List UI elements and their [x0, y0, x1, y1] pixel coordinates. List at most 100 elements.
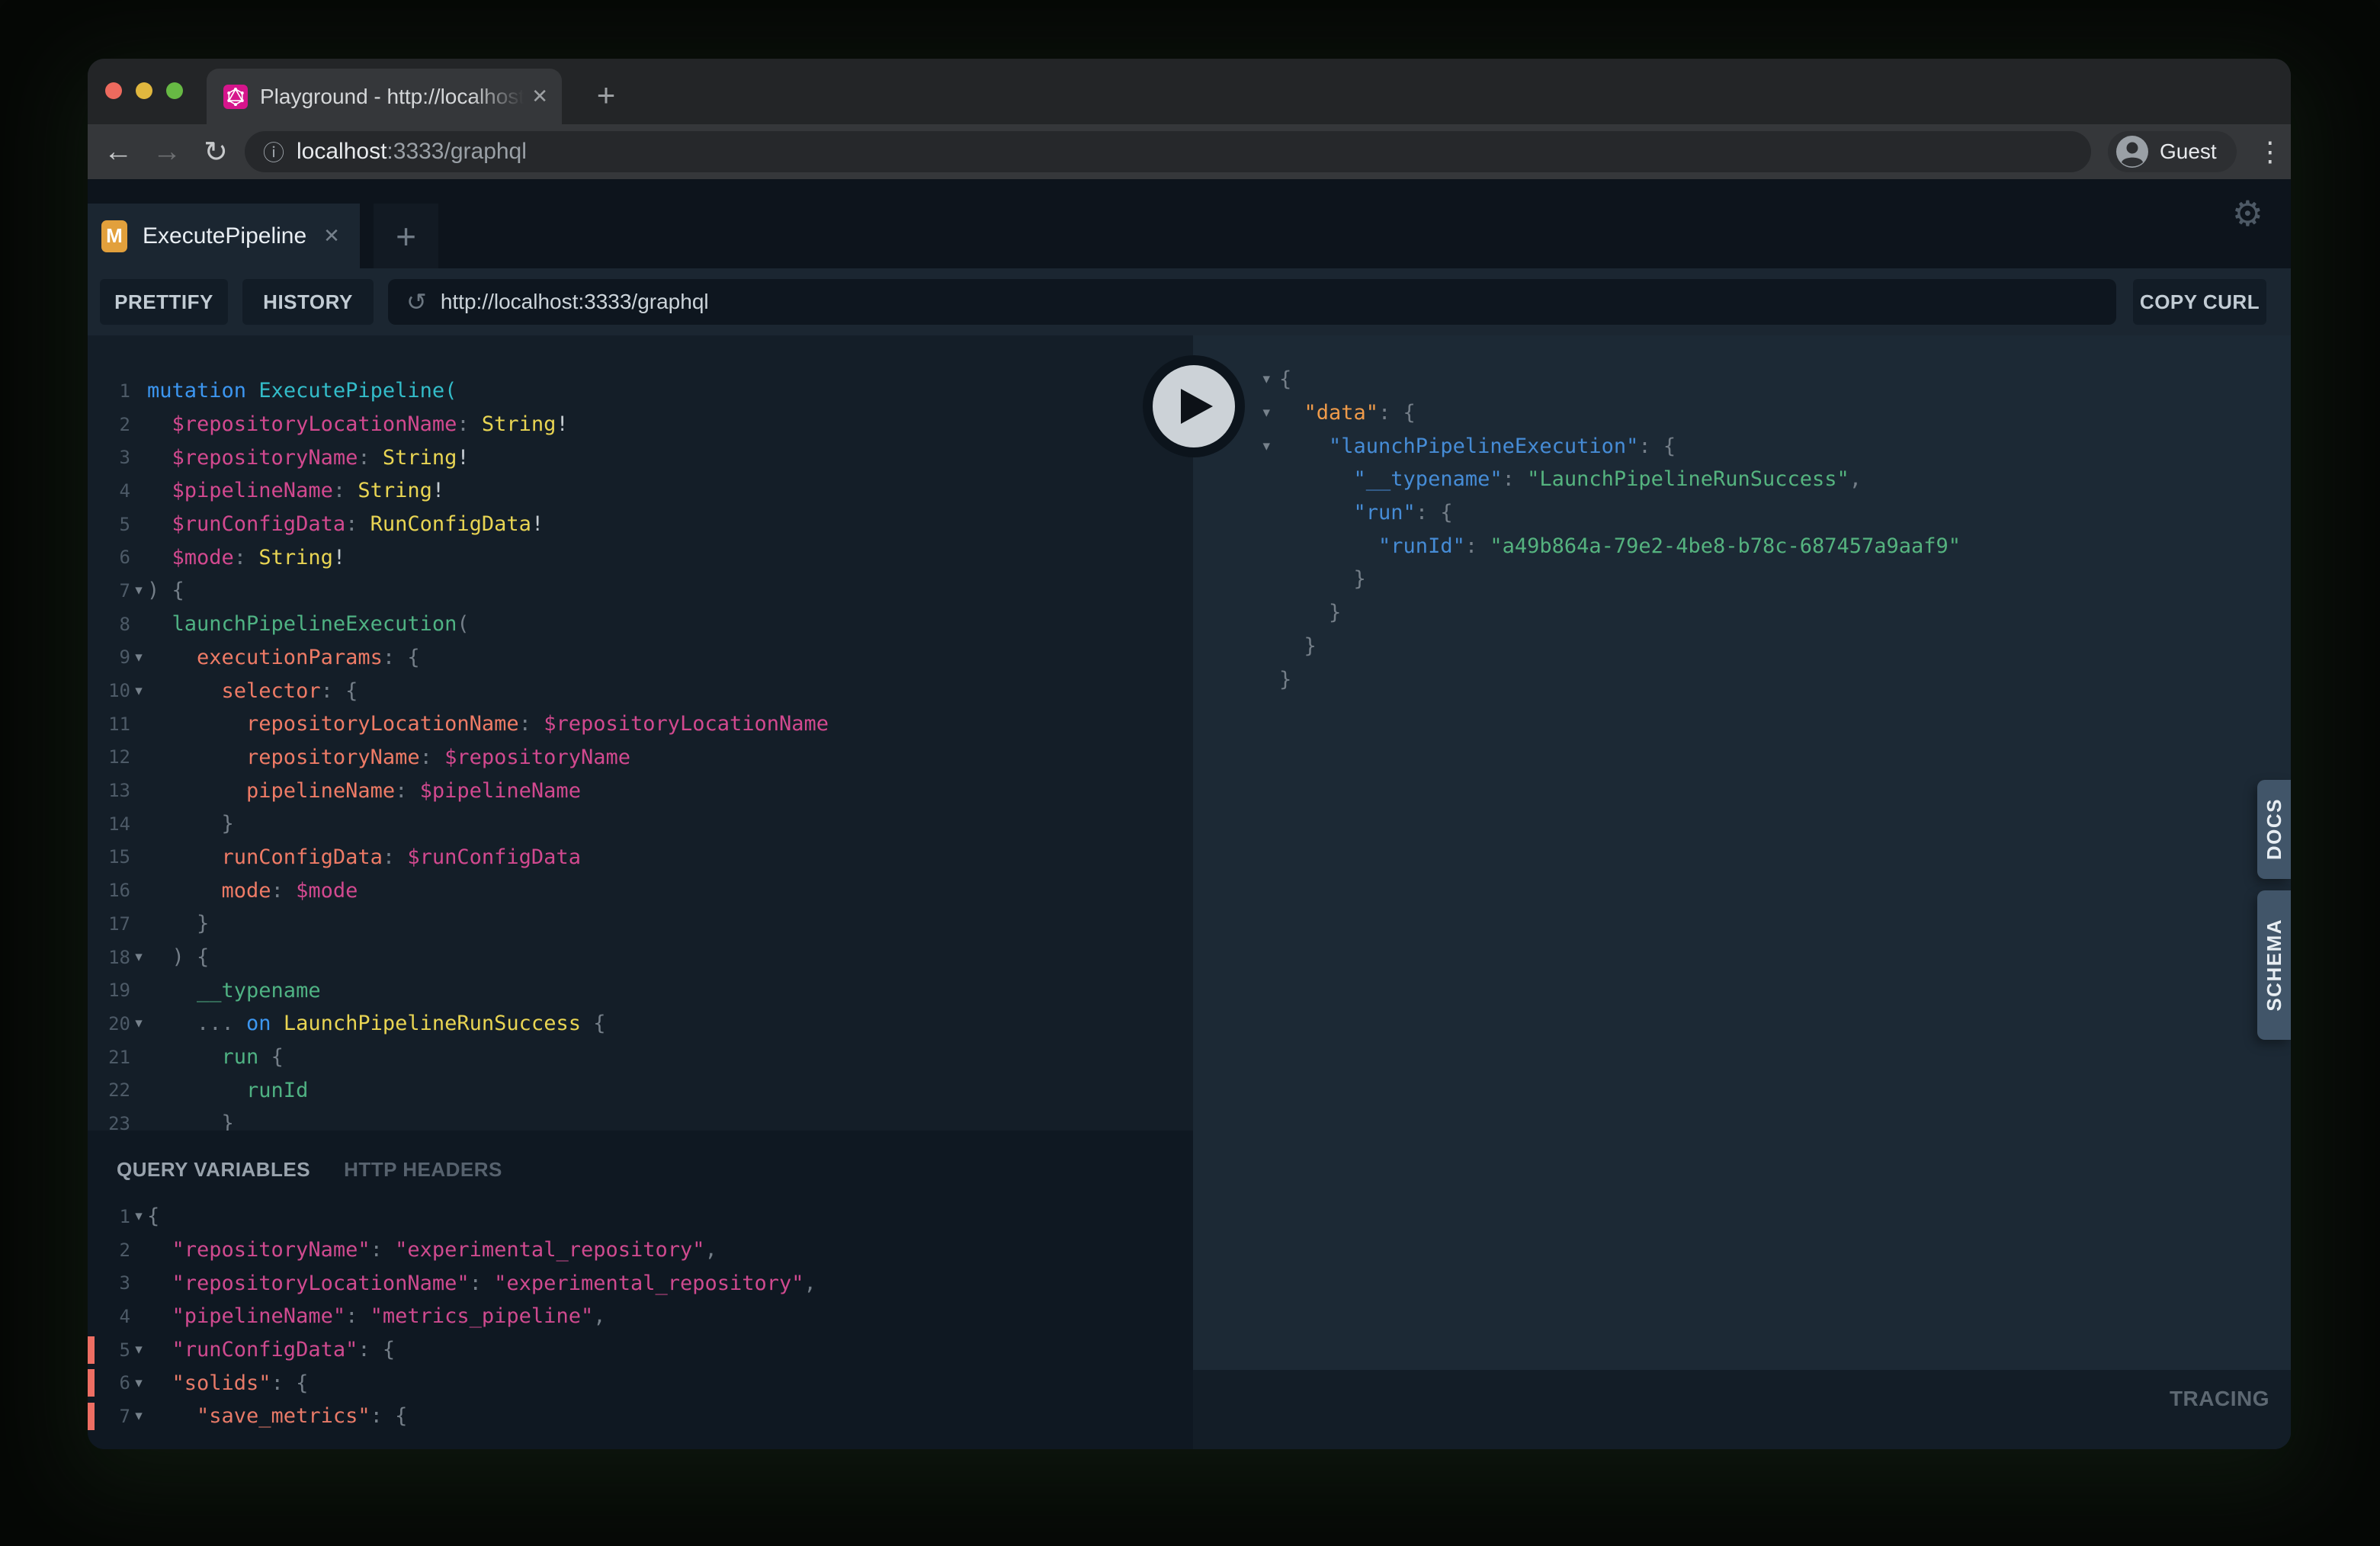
line-number: 14 [88, 813, 130, 835]
code-text: ) { [147, 945, 209, 969]
code-line: 16 mode: $mode [88, 874, 1193, 907]
maximize-window-button[interactable] [166, 82, 183, 99]
tracing-bar: TRACING [1193, 1370, 2291, 1449]
code-text: } [1279, 668, 1291, 691]
variables-editor[interactable]: 1▾{2 "repositoryName": "experimental_rep… [88, 1200, 1193, 1433]
fold-arrow-icon[interactable]: ▾ [130, 1015, 147, 1032]
history-button[interactable]: HISTORY [242, 279, 374, 325]
gutter: 1▾ [88, 1206, 147, 1227]
fold-arrow-icon[interactable]: ▾ [130, 649, 147, 666]
site-info-icon[interactable]: ⓘ [263, 136, 284, 167]
execute-query-button[interactable] [1143, 355, 1245, 457]
response-pane: ▾{▾ "data": {▾ "launchPipelineExecution"… [1193, 335, 2291, 1449]
fold-arrow-icon[interactable]: ▾ [130, 1341, 147, 1358]
gutter: 14 [88, 813, 147, 835]
code-line: 19 __typename [88, 973, 1193, 1007]
playground-main: 1 mutation ExecutePipeline( 2 $repositoryL… [88, 335, 2291, 1449]
code-line: } [1193, 596, 2291, 630]
query-editor[interactable]: 1 mutation ExecutePipeline( 2 $repositoryL… [88, 335, 1193, 1131]
profile-button[interactable]: Guest [2108, 131, 2237, 172]
new-playground-tab-button[interactable]: + [374, 204, 438, 268]
forward-icon[interactable]: → [143, 136, 191, 168]
fold-arrow-icon[interactable]: ▾ [130, 582, 147, 599]
gutter: 21 [88, 1047, 147, 1068]
browser-menu-icon[interactable]: ⋮ [2257, 136, 2284, 168]
address-bar[interactable]: ⓘ localhost:3333/graphql [245, 131, 2091, 172]
fold-arrow-icon[interactable]: ▾ [130, 948, 147, 966]
tab-http-headers[interactable]: HTTP HEADERS [344, 1158, 502, 1182]
error-marker [88, 1336, 95, 1364]
docs-side-tab[interactable]: DOCS [2257, 780, 2291, 879]
variables-pane: QUERY VARIABLES HTTP HEADERS 1▾{2 "repos… [88, 1131, 1193, 1449]
gutter: 4 [88, 1306, 147, 1327]
gutter: 2 [88, 1240, 147, 1261]
settings-gear-icon[interactable]: ⚙ [2232, 193, 2263, 234]
schema-side-tab[interactable]: SCHEMA [2257, 890, 2291, 1040]
tab-query-variables[interactable]: QUERY VARIABLES [117, 1158, 310, 1182]
code-line: } [1193, 630, 2291, 663]
profile-name: Guest [2160, 140, 2217, 164]
schema-label: SCHEMA [2263, 919, 2286, 1012]
code-line: 20▾ ... on LaunchPipelineRunSuccess { [88, 1007, 1193, 1041]
code-text: runConfigData: $runConfigData [147, 845, 581, 869]
fold-arrow-icon[interactable]: ▾ [1262, 370, 1270, 388]
line-number: 23 [88, 1113, 130, 1131]
close-window-button[interactable] [105, 82, 122, 99]
playground-tab-executepipeline[interactable]: M ExecutePipeline ✕ [88, 204, 360, 268]
code-line: 12 repositoryName: $repositoryName [88, 741, 1193, 775]
gutter: 9▾ [88, 646, 147, 668]
window-controls [105, 82, 183, 99]
line-number: 12 [88, 746, 130, 768]
code-line: 5▾ "runConfigData": { [88, 1333, 1193, 1367]
new-tab-button[interactable]: + [585, 74, 627, 117]
close-tab-icon[interactable]: ✕ [531, 85, 548, 108]
code-text: ) { [147, 579, 184, 602]
code-text: $repositoryLocationName: String! [147, 412, 569, 436]
minimize-window-button[interactable] [136, 82, 152, 99]
code-line: "runId": "a49b864a-79e2-4be8-b78c-687457… [1193, 529, 2291, 563]
browser-toolbar: ← → ↻ ⓘ localhost:3333/graphql Guest ⋮ [88, 124, 2291, 179]
tracing-toggle[interactable]: TRACING [2170, 1387, 2269, 1411]
mutation-badge: M [101, 220, 127, 252]
fold-arrow-icon[interactable]: ▾ [1262, 438, 1270, 455]
line-number: 1 [88, 380, 130, 402]
code-text: mode: $mode [147, 879, 358, 903]
close-playground-tab-icon[interactable]: ✕ [323, 224, 340, 248]
line-number: 18 [88, 947, 130, 968]
fold-arrow-icon[interactable]: ▾ [130, 1208, 147, 1225]
code-line: ▾ "data": { [1193, 396, 2291, 430]
line-number: 16 [88, 880, 130, 901]
line-number: 2 [88, 414, 130, 435]
fold-arrow-icon[interactable]: ▾ [130, 1407, 147, 1425]
query-pane: 1 mutation ExecutePipeline( 2 $repositoryL… [88, 335, 1193, 1449]
code-line: 8 launchPipelineExecution( [88, 608, 1193, 641]
line-number: 7 [88, 580, 130, 601]
endpoint-input[interactable]: ↺ http://localhost:3333/graphql [388, 279, 2116, 325]
line-number: 5 [88, 514, 130, 535]
copy-curl-button[interactable]: COPY CURL [2133, 279, 2266, 325]
fold-arrow-icon[interactable]: ▾ [1262, 404, 1270, 422]
prettify-button[interactable]: PRETTIFY [100, 279, 228, 325]
browser-tab-strip: Playground - http://localhost:33 ✕ + [88, 59, 2291, 124]
browser-tab[interactable]: Playground - http://localhost:33 ✕ [207, 69, 562, 124]
code-text: __typename [147, 979, 321, 1002]
code-text: "solids": { [147, 1371, 308, 1395]
code-line: "__typename": "LaunchPipelineRunSuccess"… [1193, 463, 2291, 496]
code-line: } [1193, 563, 2291, 596]
error-marker [88, 1369, 95, 1397]
code-line: 22 runId [88, 1073, 1193, 1107]
code-line: 7▾) { [88, 574, 1193, 608]
code-text: "launchPipelineExecution": { [1279, 435, 1676, 458]
fold-arrow-icon[interactable]: ▾ [130, 1374, 147, 1392]
code-text: mutation ExecutePipeline( [147, 379, 457, 403]
graphql-favicon-icon [223, 85, 248, 109]
gutter: 23 [88, 1113, 147, 1131]
reload-icon[interactable]: ↻ [191, 135, 240, 169]
code-text: "repositoryName": "experimental_reposito… [147, 1238, 717, 1262]
fold-arrow-icon[interactable]: ▾ [130, 682, 147, 700]
play-icon [1153, 365, 1235, 447]
code-text: "run": { [1279, 501, 1453, 524]
back-icon[interactable]: ← [94, 136, 143, 168]
gutter: 19 [88, 980, 147, 1001]
replay-icon[interactable]: ↺ [406, 287, 427, 316]
